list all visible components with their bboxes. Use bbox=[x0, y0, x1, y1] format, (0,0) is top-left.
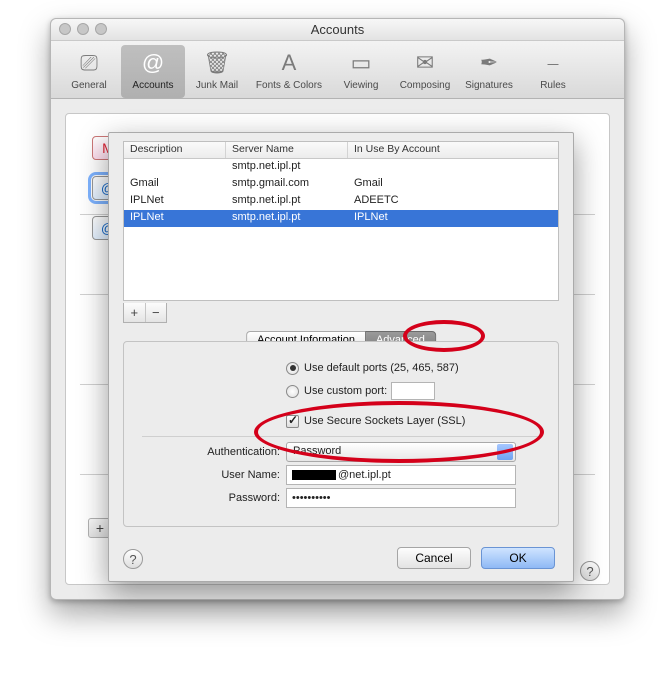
add-server-button[interactable]: + bbox=[124, 303, 146, 322]
password-label: Password: bbox=[124, 492, 286, 504]
tab-rules[interactable]: ⎯Rules bbox=[521, 45, 585, 98]
col-description[interactable]: Description bbox=[124, 142, 226, 158]
custom-port-input[interactable] bbox=[391, 382, 435, 400]
minimize-icon[interactable] bbox=[77, 23, 89, 35]
password-input[interactable]: •••••••••• bbox=[286, 488, 516, 508]
table-row[interactable]: Gmail smtp.gmail.com Gmail bbox=[124, 176, 558, 193]
atsign-icon: @ bbox=[137, 47, 169, 79]
tab-junk-mail[interactable]: 🗑Junk Mail bbox=[185, 45, 249, 98]
tab-general[interactable]: ⎚General bbox=[57, 45, 121, 98]
custom-port-label: Use custom port: bbox=[304, 385, 387, 397]
traffic-lights bbox=[59, 23, 107, 35]
tab-composing[interactable]: ✉Composing bbox=[393, 45, 457, 98]
tab-viewing[interactable]: ▭Viewing bbox=[329, 45, 393, 98]
smtp-server-table[interactable]: Description Server Name In Use By Accoun… bbox=[123, 141, 559, 301]
font-icon: A bbox=[273, 47, 305, 79]
col-in-use-by[interactable]: In Use By Account bbox=[348, 142, 558, 158]
table-header: Description Server Name In Use By Accoun… bbox=[124, 142, 558, 159]
sheet-buttons: Cancel OK bbox=[397, 547, 555, 569]
redacted-text bbox=[292, 470, 336, 480]
ok-button[interactable]: OK bbox=[481, 547, 555, 569]
add-remove-buttons: + − bbox=[123, 303, 167, 323]
advanced-panel: Use default ports (25, 465, 587) Use cus… bbox=[123, 341, 559, 527]
close-icon[interactable] bbox=[59, 23, 71, 35]
tab-fonts-colors[interactable]: AFonts & Colors bbox=[249, 45, 329, 98]
window-icon: ▭ bbox=[345, 47, 377, 79]
username-label: User Name: bbox=[124, 469, 286, 481]
authentication-select[interactable]: Password bbox=[286, 442, 516, 462]
table-row[interactable]: smtp.net.ipl.pt bbox=[124, 159, 558, 176]
smtp-server-sheet: Description Server Name In Use By Accoun… bbox=[108, 132, 574, 582]
authentication-label: Authentication: bbox=[124, 446, 286, 458]
table-row[interactable]: IPLNet smtp.net.ipl.pt IPLNet bbox=[124, 210, 558, 227]
tab-signatures[interactable]: ✒Signatures bbox=[457, 45, 521, 98]
tab-accounts[interactable]: @Accounts bbox=[121, 45, 185, 98]
titlebar[interactable]: Accounts bbox=[51, 19, 624, 41]
default-ports-label: Use default ports (25, 465, 587) bbox=[304, 362, 459, 374]
zoom-icon[interactable] bbox=[95, 23, 107, 35]
window-title: Accounts bbox=[51, 19, 624, 41]
col-server-name[interactable]: Server Name bbox=[226, 142, 348, 158]
rules-icon: ⎯ bbox=[537, 47, 569, 79]
prefs-toolbar: ⎚General @Accounts 🗑Junk Mail AFonts & C… bbox=[51, 41, 624, 99]
compose-icon: ✉ bbox=[409, 47, 441, 79]
ssl-checkbox[interactable] bbox=[286, 415, 299, 428]
remove-server-button[interactable]: − bbox=[146, 303, 167, 322]
cancel-button[interactable]: Cancel bbox=[397, 547, 471, 569]
default-ports-radio[interactable] bbox=[286, 362, 299, 375]
signature-icon: ✒ bbox=[473, 47, 505, 79]
slider-icon: ⎚ bbox=[73, 47, 105, 79]
custom-port-radio[interactable] bbox=[286, 385, 299, 398]
help-button[interactable]: ? bbox=[123, 549, 143, 569]
ssl-label: Use Secure Sockets Layer (SSL) bbox=[304, 415, 465, 427]
table-row[interactable]: IPLNet smtp.net.ipl.pt ADEETC bbox=[124, 193, 558, 210]
help-button[interactable]: ? bbox=[580, 561, 600, 581]
username-input[interactable]: @net.ipl.pt bbox=[286, 465, 516, 485]
divider bbox=[142, 436, 540, 437]
trash-icon: 🗑 bbox=[201, 47, 233, 79]
